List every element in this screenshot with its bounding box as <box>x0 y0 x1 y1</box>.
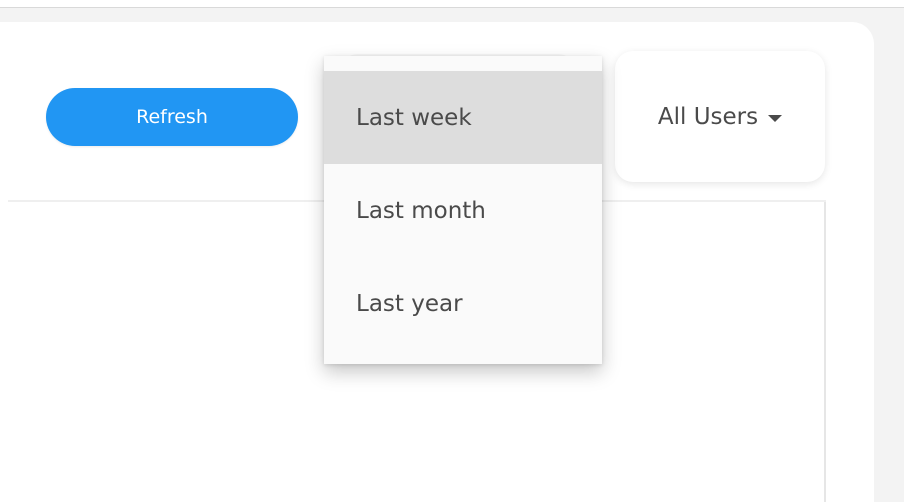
top-divider <box>0 7 904 8</box>
menu-item-label: Last month <box>356 197 486 224</box>
menu-item-last-week[interactable]: Last week <box>324 71 602 164</box>
users-filter-label: All Users <box>657 103 759 130</box>
users-filter-select[interactable]: All Users <box>615 51 825 182</box>
refresh-button[interactable]: Refresh <box>46 88 298 146</box>
menu-item-label: Last week <box>356 104 472 131</box>
menu-item-label: Last year <box>356 290 463 317</box>
menu-item-last-year[interactable]: Last year <box>324 257 602 350</box>
top-strip <box>0 0 904 7</box>
caret-down-icon <box>768 114 783 122</box>
menu-spacer <box>324 56 602 71</box>
time-range-menu: Last week Last month Last year <box>324 56 602 364</box>
menu-item-last-month[interactable]: Last month <box>324 164 602 257</box>
